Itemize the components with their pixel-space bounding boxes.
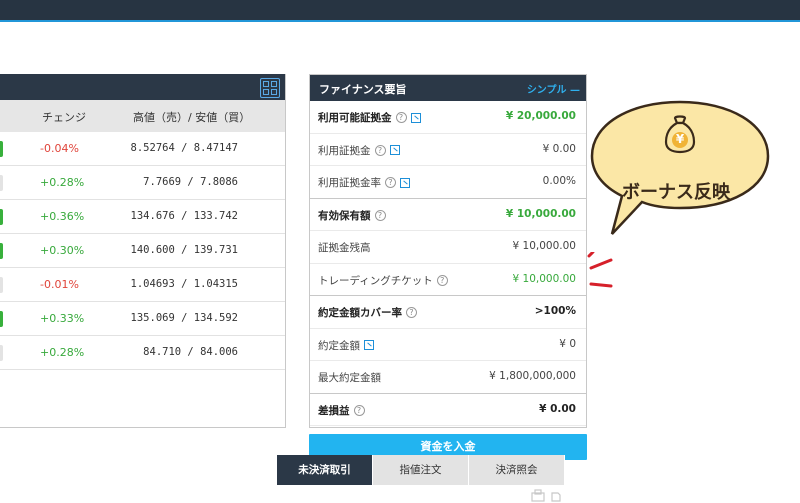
finance-row: 有効保有額? ¥ 10,000.00 bbox=[310, 199, 586, 231]
finance-row: 証拠金残高 ¥ 10,000.00 bbox=[310, 231, 586, 264]
finance-row-label: 約定金額カバー率? bbox=[318, 305, 417, 320]
finance-row-label: トレーディングチケット? bbox=[318, 273, 448, 288]
rate-value: 1.04693 / 1.04315 bbox=[130, 278, 238, 290]
finance-row-label: 利用可能証拠金? bbox=[318, 110, 421, 125]
finance-row-label: 利用証拠金? bbox=[318, 143, 400, 158]
rate-value: 84.710 / 84.006 bbox=[143, 346, 238, 358]
rate-value: 134.676 / 133.742 bbox=[130, 210, 238, 222]
finance-value: ¥ 0 bbox=[559, 337, 576, 350]
print-icon[interactable] bbox=[530, 489, 564, 503]
finance-value: ¥ 0.00 bbox=[539, 402, 576, 415]
finance-label-text: 約定金額カバー率 bbox=[318, 307, 402, 319]
finance-row-label: 差損益? bbox=[318, 403, 365, 418]
tabs-bar: 未決済取引 指値注文 決済照会 bbox=[277, 455, 565, 485]
finance-label-text: 証拠金残高 bbox=[318, 242, 371, 254]
finance-label-text: 差損益 bbox=[318, 404, 350, 417]
finance-label-text: トレーディングチケット bbox=[318, 274, 433, 287]
finance-row-label: 最大約定金額 bbox=[318, 370, 381, 385]
finance-label-text: 利用可能証拠金 bbox=[318, 112, 392, 124]
finance-value: ¥ 10,000.00 bbox=[512, 240, 576, 252]
emphasis-marks bbox=[587, 252, 613, 288]
finance-value: ¥ 10,000.00 bbox=[505, 207, 576, 220]
finance-value: ¥ 10,000.00 bbox=[512, 272, 576, 285]
finance-row: トレーディングチケット? ¥ 10,000.00 bbox=[310, 264, 586, 296]
finance-value: ¥ 0.00 bbox=[542, 142, 576, 155]
bonus-text: ボーナス反映 bbox=[622, 182, 730, 203]
simple-toggle[interactable]: シンプル — bbox=[527, 81, 580, 96]
top-bar bbox=[0, 0, 800, 22]
finance-row: 差損益? ¥ 0.00 bbox=[310, 394, 586, 426]
external-link-icon[interactable] bbox=[410, 112, 421, 123]
finance-row: 約定金額カバー率? >100% bbox=[310, 296, 586, 329]
finance-row: 利用証拠金? ¥ 0.00 bbox=[310, 134, 586, 166]
finance-row-label: 証拠金残高 bbox=[318, 240, 371, 255]
quote-row[interactable]: +0.28% 7.7669 / 7.8086 bbox=[0, 166, 285, 200]
finance-row-label: 利用証拠金率? bbox=[318, 175, 410, 190]
finance-value: 0.00% bbox=[542, 175, 576, 187]
finance-value: ¥ 1,800,000,000 bbox=[489, 370, 576, 382]
finance-label-text: 有効保有額 bbox=[318, 209, 371, 222]
help-icon[interactable]: ? bbox=[385, 177, 396, 188]
external-link-icon[interactable] bbox=[364, 340, 374, 350]
quote-row[interactable]: -0.04% 8.52764 / 8.47147 bbox=[0, 132, 285, 166]
external-link-icon[interactable] bbox=[400, 177, 410, 188]
quote-row[interactable]: +0.28% 84.710 / 84.006 bbox=[0, 336, 285, 370]
help-icon[interactable]: ? bbox=[406, 307, 417, 318]
finance-row: 利用可能証拠金? ¥ 20,000.00 bbox=[310, 101, 586, 134]
rate-value: 7.7669 / 7.8086 bbox=[143, 176, 238, 188]
finance-label-text: 利用証拠金 bbox=[318, 144, 371, 157]
finance-value: >100% bbox=[534, 305, 576, 317]
rate-value: 140.600 / 139.731 bbox=[130, 244, 238, 256]
finance-label-text: 最大約定金額 bbox=[318, 372, 381, 384]
quotes-panel: チェンジ 高値（売）/ 安値（買） -0.04% 8.52764 / 8.4714… bbox=[0, 74, 286, 428]
finance-header: ファイナンス要旨 シンプル — bbox=[310, 75, 586, 101]
quote-row[interactable]: +0.33% 135.069 / 134.592 bbox=[0, 302, 285, 336]
finance-summary-panel: ファイナンス要旨 シンプル — 利用可能証拠金? ¥ 20,000.00 利用証拠金… bbox=[309, 74, 587, 428]
bonus-bubble: ¥ ボーナス反映 bbox=[590, 98, 772, 238]
help-icon[interactable]: ? bbox=[353, 404, 365, 416]
finance-label-text: 約定金額 bbox=[318, 339, 360, 352]
finance-row: 約定金額 ¥ 0 bbox=[310, 329, 586, 361]
quotes-column-headers: チェンジ 高値（売）/ 安値（買） bbox=[0, 100, 285, 132]
tab-settlement[interactable]: 決済照会 bbox=[469, 455, 565, 485]
help-icon[interactable]: ? bbox=[374, 144, 386, 156]
finance-row-label: 約定金額 bbox=[318, 338, 374, 353]
finance-row-label: 有効保有額? bbox=[318, 208, 386, 223]
grid-view-icon[interactable] bbox=[260, 78, 280, 98]
tab-open-trades[interactable]: 未決済取引 bbox=[277, 455, 373, 485]
quote-row[interactable]: +0.36% 134.676 / 133.742 bbox=[0, 200, 285, 234]
finance-row: 利用証拠金率? 0.00% bbox=[310, 166, 586, 199]
finance-row: 最大約定金額 ¥ 1,800,000,000 bbox=[310, 361, 586, 394]
quote-row[interactable]: -0.01% 1.04693 / 1.04315 bbox=[0, 268, 285, 302]
external-link-icon[interactable] bbox=[389, 145, 400, 155]
yen-symbol: ¥ bbox=[675, 132, 685, 146]
help-icon[interactable]: ? bbox=[395, 112, 407, 123]
column-high-low: 高値（売）/ 安値（買） bbox=[133, 111, 251, 124]
help-icon[interactable]: ? bbox=[374, 209, 386, 221]
rate-value: 8.52764 / 8.47147 bbox=[130, 142, 238, 154]
quote-row[interactable]: +0.30% 140.600 / 139.731 bbox=[0, 234, 285, 268]
quotes-header bbox=[0, 74, 285, 100]
finance-label-text: 利用証拠金率 bbox=[318, 177, 381, 189]
tab-limit-orders[interactable]: 指値注文 bbox=[373, 455, 469, 485]
finance-value: ¥ 20,000.00 bbox=[505, 110, 576, 122]
help-icon[interactable]: ? bbox=[436, 274, 448, 286]
column-change: チェンジ bbox=[42, 111, 86, 124]
rate-value: 135.069 / 134.592 bbox=[130, 312, 238, 324]
finance-title: ファイナンス要旨 bbox=[319, 83, 407, 96]
